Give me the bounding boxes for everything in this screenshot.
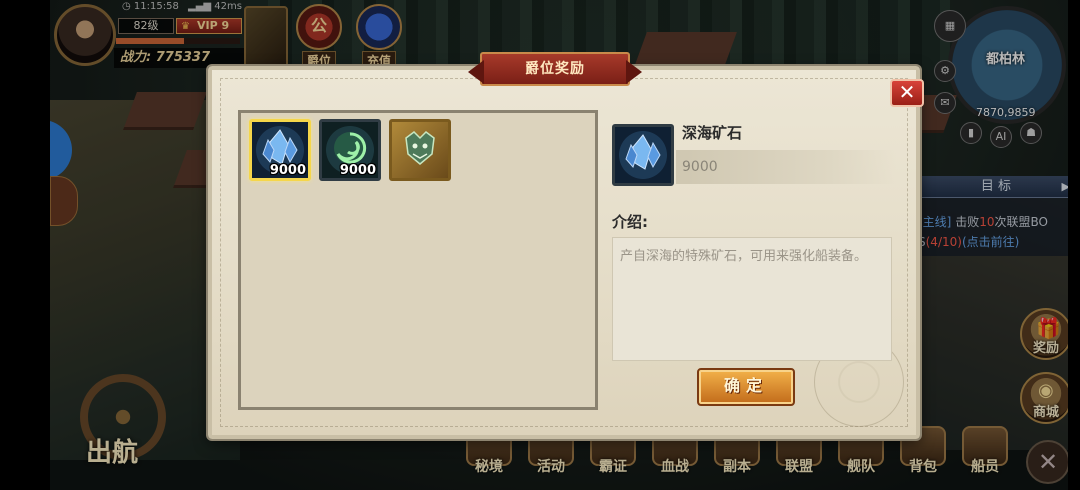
swirl-icon [334,132,367,164]
crystal-icon [625,134,661,170]
intro-text: 产自深海的特殊矿石，可用来强化船装备。 [620,249,868,264]
reward-slot-swirl[interactable]: 9000 [319,119,381,181]
reward-slot-emblem[interactable] [389,119,451,181]
reward-count: 9000 [339,163,376,178]
crystal-icon [262,129,298,165]
selected-item-name: 深海矿石 [682,124,743,142]
selected-item-count: 9000 [682,159,718,175]
intro-label: 介绍: [612,213,648,231]
dialog-title: 爵位奖励 [480,52,630,86]
reward-list-panel: 9000 9000 [238,110,598,410]
close-icon: ✕ [898,80,916,104]
dragon-emblem-icon [405,131,435,165]
reward-count: 9000 [269,163,306,178]
selected-item-icon [612,124,674,186]
reward-slot-crystal[interactable]: 9000 [249,119,311,181]
dialog-close-button[interactable]: ✕ [890,79,924,107]
confirm-button[interactable]: 确定 [697,368,795,406]
